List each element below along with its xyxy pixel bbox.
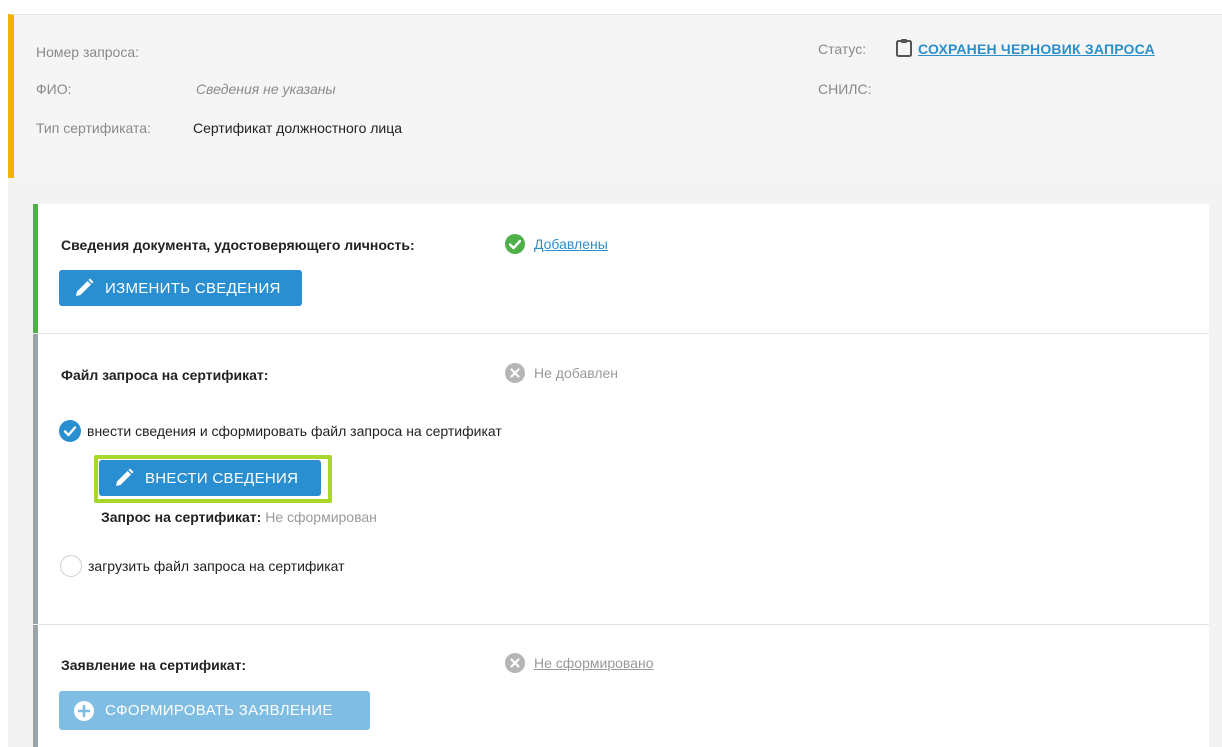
radio-unchecked-icon[interactable]	[60, 555, 82, 577]
x-circle-icon	[505, 653, 525, 673]
option-generate-request-label: внести сведения и сформировать файл запр…	[87, 423, 502, 439]
radio-checked-icon[interactable]	[59, 420, 81, 442]
enter-details-button[interactable]: ВНЕСТИ СВЕДЕНИЯ	[99, 460, 321, 496]
identity-state-link[interactable]: Добавлены	[534, 236, 608, 252]
request-file-state: Не добавлен	[504, 362, 618, 384]
option-upload-request[interactable]: загрузить файл запроса на сертификат	[60, 555, 345, 577]
check-icon	[63, 426, 77, 437]
application-state-link[interactable]: Не сформировано	[534, 655, 653, 671]
application-state: Не сформировано	[504, 652, 653, 674]
plus-circle-icon	[74, 700, 94, 721]
option-generate-request[interactable]: внести сведения и сформировать файл запр…	[59, 420, 502, 442]
pencil-icon	[116, 468, 134, 486]
fio-label: ФИО:	[36, 81, 72, 97]
request-number-label: Номер запроса:	[36, 44, 140, 60]
edit-details-button-label: ИЗМЕНИТЬ СВЕДЕНИЯ	[105, 279, 281, 297]
identity-section	[33, 204, 1209, 333]
status-label: Статус:	[818, 41, 867, 57]
request-status-value: Не сформирован	[265, 509, 377, 525]
enter-details-button-label: ВНЕСТИ СВЕДЕНИЯ	[145, 469, 299, 487]
application-section-title: Заявление на сертификат:	[61, 657, 247, 673]
create-application-button-label: СФОРМИРОВАТЬ ЗАЯВЛЕНИЕ	[105, 702, 333, 719]
snils-label: СНИЛС:	[818, 81, 872, 97]
x-circle-icon	[505, 363, 525, 383]
status[interactable]: СОХРАНЕН ЧЕРНОВИК ЗАПРОСА	[896, 38, 1155, 57]
cert-type-label: Тип сертификата:	[36, 120, 151, 136]
request-file-section-title: Файл запроса на сертификат:	[61, 367, 269, 383]
option-upload-request-label: загрузить файл запроса на сертификат	[88, 558, 345, 574]
identity-state: Добавлены	[504, 233, 608, 255]
clipboard-icon	[896, 39, 912, 57]
fio-value: Сведения не указаны	[196, 81, 336, 97]
identity-section-title: Сведения документа, удостоверяющего личн…	[61, 237, 415, 253]
cert-type-value: Сертификат должностного лица	[193, 120, 403, 136]
request-file-state-text: Не добавлен	[534, 365, 619, 381]
request-status-line: Запрос на сертификат: Не сформирован	[101, 509, 377, 525]
request-status-label: Запрос на сертификат:	[101, 509, 262, 525]
check-circle-icon	[505, 234, 525, 254]
pencil-icon	[76, 278, 94, 296]
status-link[interactable]: СОХРАНЕН ЧЕРНОВИК ЗАПРОСА	[918, 41, 1155, 57]
edit-details-button[interactable]: ИЗМЕНИТЬ СВЕДЕНИЯ	[59, 270, 302, 306]
create-application-button[interactable]: СФОРМИРОВАТЬ ЗАЯВЛЕНИЕ	[59, 691, 370, 730]
